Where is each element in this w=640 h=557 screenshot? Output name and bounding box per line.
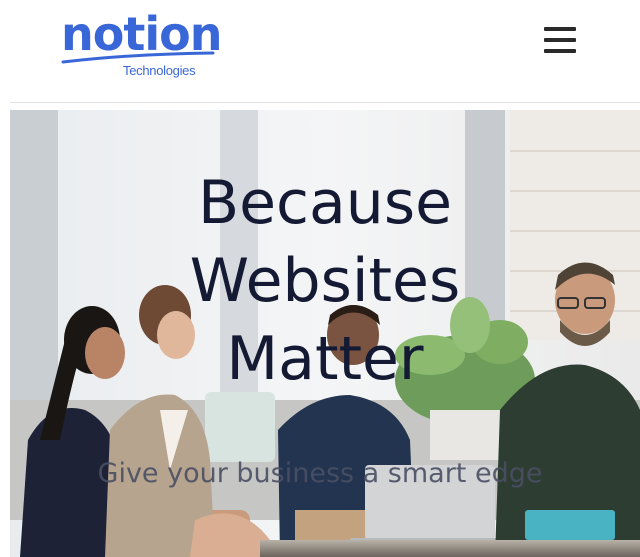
- hero-title: Because Websites Matter: [10, 164, 640, 398]
- header-divider: [10, 102, 640, 103]
- notion-technologies-logo[interactable]: notion Technologies: [61, 6, 222, 86]
- hero-title-line: Because: [197, 168, 453, 238]
- hero-subtitle: Give your business a smart edge: [97, 458, 543, 489]
- hero-section: Because Websites Matter Give your busine…: [10, 110, 640, 557]
- logo-subtext: Technologies: [123, 63, 196, 78]
- hero-title-line: Matter: [226, 324, 424, 394]
- site-header: notion Technologies: [0, 0, 640, 103]
- hamburger-menu-icon: [544, 27, 576, 31]
- menu-button[interactable]: [538, 22, 582, 58]
- hero-title-line: Websites: [189, 246, 461, 316]
